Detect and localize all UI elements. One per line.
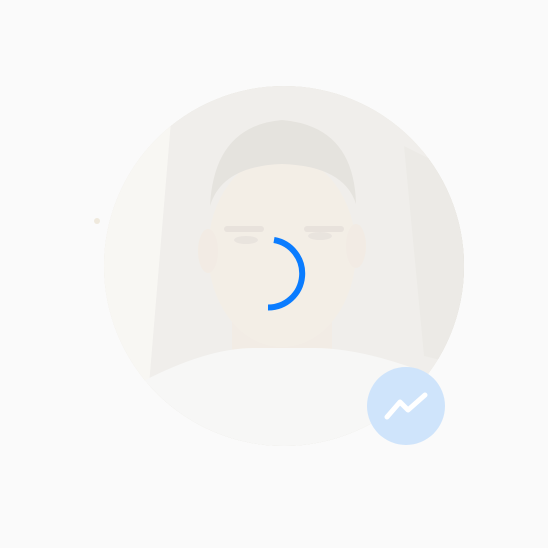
background-speck bbox=[94, 218, 100, 224]
messenger-badge[interactable] bbox=[367, 367, 445, 445]
spinner-arc bbox=[267, 237, 306, 311]
messenger-bolt-icon bbox=[384, 392, 428, 420]
profile-loading-screen bbox=[0, 0, 548, 548]
loading-spinner bbox=[234, 234, 314, 314]
